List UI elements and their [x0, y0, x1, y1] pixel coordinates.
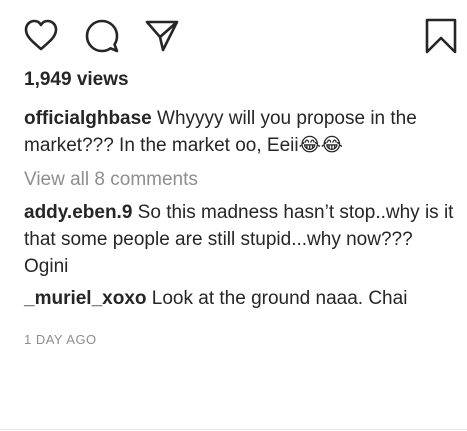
share-button[interactable] — [144, 18, 180, 54]
divider — [0, 429, 467, 430]
comment-button[interactable] — [84, 18, 120, 54]
view-count[interactable]: 1,949 views — [24, 68, 129, 92]
speech-bubble-icon — [85, 19, 119, 53]
comment-username[interactable]: addy.eben.9 — [24, 202, 132, 223]
paper-plane-icon — [145, 20, 179, 52]
comment-item: addy.eben.9 So this madness hasn’t stop.… — [24, 199, 454, 280]
comment-username[interactable]: _muriel_xoxo — [24, 288, 147, 309]
comment-item: _muriel_xoxo Look at the ground naaa. Ch… — [24, 285, 454, 312]
caption-username[interactable]: officialghbase — [24, 108, 152, 129]
comment-text: Look at the ground naaa. Chai — [146, 288, 408, 309]
view-all-comments-link[interactable]: View all 8 comments — [24, 166, 198, 193]
bookmark-icon — [425, 18, 457, 54]
save-button[interactable] — [423, 18, 459, 54]
like-button[interactable] — [23, 18, 59, 54]
post-caption: officialghbase Whyyyy will you propose i… — [24, 105, 454, 159]
heart-icon — [24, 19, 58, 51]
post-timestamp: 1 DAY AGO — [24, 332, 97, 347]
post-action-bar — [0, 0, 467, 66]
